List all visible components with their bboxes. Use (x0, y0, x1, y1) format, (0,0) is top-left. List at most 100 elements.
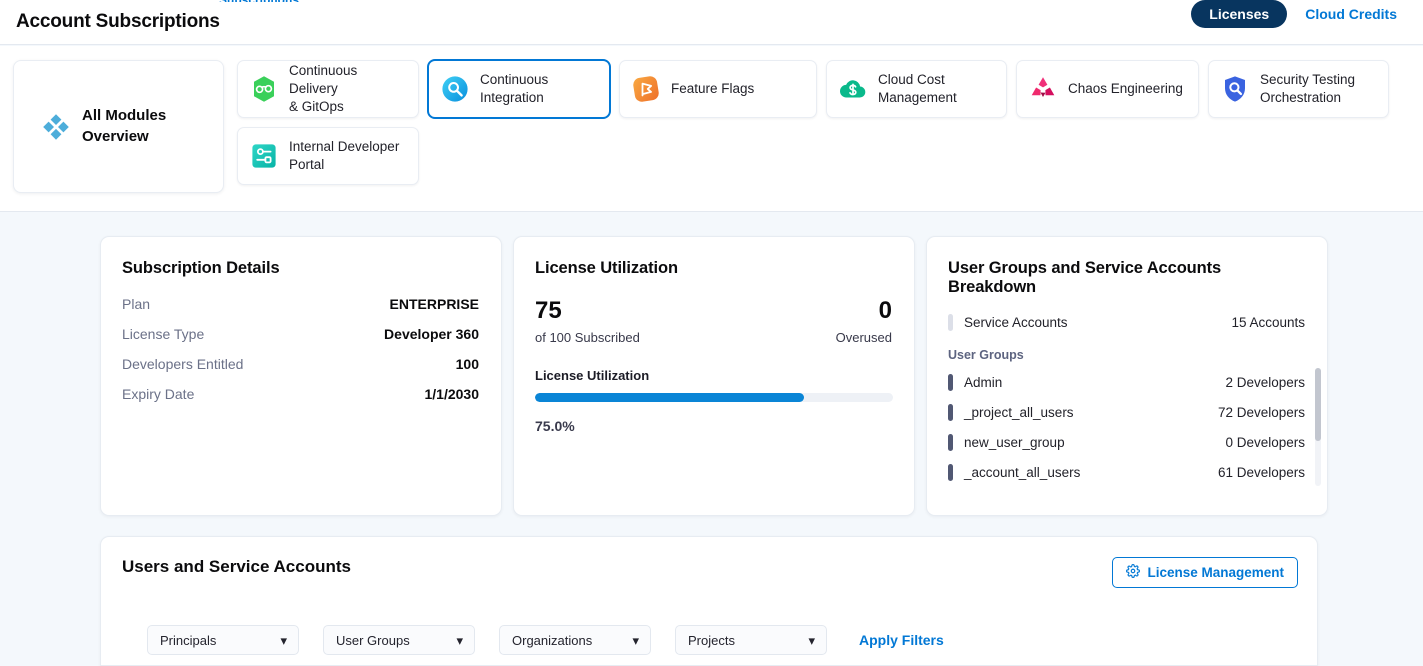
user-group-row: new_user_group 0 Developers (948, 434, 1305, 451)
cloud-dollar-icon (838, 74, 868, 104)
module-card-feature-flags[interactable]: Feature Flags (619, 60, 817, 118)
user-group-count: 0 Developers (1225, 435, 1305, 450)
detail-value: 1/1/2030 (425, 386, 480, 402)
license-used-value: 75 (535, 298, 640, 324)
panel-title: Users and Service Accounts (122, 557, 351, 577)
header-tabs: Licenses Cloud Credits (1191, 0, 1405, 28)
user-group-left: _project_all_users (948, 404, 1074, 421)
card-title: User Groups and Service Accounts Breakdo… (927, 237, 1327, 297)
module-card-security-testing-orchestration[interactable]: Security Testing Orchestration (1208, 60, 1389, 118)
shield-search-icon (1220, 74, 1250, 104)
progress-bar-label: License Utilization (514, 345, 914, 383)
filter-label: Principals (160, 633, 216, 648)
license-overused-caption: Overused (836, 330, 892, 345)
filter-organizations[interactable]: Organizations ▾ (499, 625, 651, 655)
module-card-grid: Continuous Delivery & GitOps (237, 60, 1411, 185)
user-group-name: _project_all_users (964, 405, 1074, 420)
service-accounts-count: 15 Accounts (1231, 315, 1305, 330)
user-group-count: 72 Developers (1218, 405, 1305, 420)
detail-row: Expiry Date 1/1/2030 (122, 386, 479, 402)
license-stats: 75 of 100 Subscribed 0 Overused (514, 278, 914, 345)
license-overused-stat: 0 Overused (836, 298, 892, 345)
filter-label: User Groups (336, 633, 410, 648)
module-card-label: All Modules Overview (82, 106, 187, 147)
module-card-label: Chaos Engineering (1068, 80, 1183, 98)
summary-cards-row: Subscription Details Plan ENTERPRISE Lic… (100, 236, 1328, 516)
detail-value: Developer 360 (384, 326, 479, 342)
detail-value: ENTERPRISE (390, 296, 479, 312)
filter-bar: Principals ▾ User Groups ▾ Organizations… (147, 625, 944, 655)
user-group-name: Admin (964, 375, 1002, 390)
user-group-left: new_user_group (948, 434, 1065, 451)
main-content: Subscription Details Plan ENTERPRISE Lic… (0, 213, 1423, 666)
user-group-left: _account_all_users (948, 464, 1080, 481)
module-card-label: Internal Developer Portal (289, 138, 399, 174)
card-title: License Utilization (514, 237, 914, 278)
module-card-internal-developer-portal[interactable]: Internal Developer Portal (237, 127, 419, 185)
user-groups-section-label: User Groups (948, 348, 1305, 362)
user-group-row: _account_all_users 61 Developers (948, 464, 1305, 481)
user-group-count: 2 Developers (1225, 375, 1305, 390)
module-card-label: Cloud Cost Management (878, 71, 957, 107)
module-card-continuous-integration[interactable]: Continuous Integration (428, 60, 610, 118)
service-accounts-row: Service Accounts 15 Accounts (948, 314, 1305, 331)
license-overused-value: 0 (836, 298, 892, 324)
chevron-down-icon: ▾ (456, 634, 463, 647)
user-groups-scroll-area[interactable]: Admin 2 Developers _project_all_users 72… (948, 374, 1305, 492)
filter-user-groups[interactable]: User Groups ▾ (323, 625, 475, 655)
license-management-label: License Management (1147, 565, 1284, 580)
filter-projects[interactable]: Projects ▾ (675, 625, 827, 655)
detail-value: 100 (456, 356, 479, 372)
breadcrumb[interactable]: Subscriptions (219, 0, 299, 2)
filter-label: Organizations (512, 633, 592, 648)
chevron-down-icon: ▾ (808, 634, 815, 647)
module-card-label: Security Testing Orchestration (1260, 71, 1355, 107)
user-group-chip (948, 404, 953, 421)
module-card-continuous-delivery-gitops[interactable]: Continuous Delivery & GitOps (237, 60, 419, 118)
user-group-chip (948, 464, 953, 481)
module-strip: All Modules Overview Continuous Delivery… (0, 46, 1423, 212)
gear-icon (1126, 564, 1140, 581)
users-service-accounts-panel: Users and Service Accounts License Manag… (100, 536, 1318, 666)
license-used-caption: of 100 Subscribed (535, 330, 640, 345)
module-card-all-modules-overview[interactable]: All Modules Overview (13, 60, 224, 193)
user-groups-scrollbar[interactable] (1315, 368, 1321, 486)
detail-key: Developers Entitled (122, 356, 243, 372)
chevron-down-icon: ▾ (280, 634, 287, 647)
user-group-name: new_user_group (964, 435, 1065, 450)
four-diamonds-icon (41, 112, 71, 142)
service-accounts-left: Service Accounts (948, 314, 1068, 331)
filter-principals[interactable]: Principals ▾ (147, 625, 299, 655)
feature-flag-icon (631, 74, 661, 104)
tab-licenses[interactable]: Licenses (1191, 0, 1287, 28)
user-group-chip (948, 374, 953, 391)
user-group-row: _project_all_users 72 Developers (948, 404, 1305, 421)
license-progress-fill (535, 393, 804, 402)
detail-row: Developers Entitled 100 (122, 356, 479, 372)
detail-key: License Type (122, 326, 204, 342)
detail-row: License Type Developer 360 (122, 326, 479, 342)
card-title: Subscription Details (101, 237, 501, 278)
page-root: Subscriptions Account Subscriptions Lice… (0, 0, 1423, 666)
module-card-cloud-cost-management[interactable]: Cloud Cost Management (826, 60, 1007, 118)
apply-filters-button[interactable]: Apply Filters (859, 632, 944, 648)
license-percent-label: 75.0% (514, 402, 914, 434)
license-progress-bar (535, 393, 893, 402)
subscription-details-list: Plan ENTERPRISE License Type Developer 3… (101, 278, 501, 402)
detail-key: Expiry Date (122, 386, 194, 402)
module-card-label: Feature Flags (671, 80, 754, 98)
license-management-button[interactable]: License Management (1112, 557, 1298, 588)
user-groups-breakdown-card: User Groups and Service Accounts Breakdo… (926, 236, 1328, 516)
module-card-label: Continuous Delivery & GitOps (289, 62, 404, 115)
scrollbar-thumb[interactable] (1315, 368, 1321, 441)
gitops-infinity-icon (249, 74, 279, 104)
module-card-chaos-engineering[interactable]: Chaos Engineering (1016, 60, 1199, 118)
chevron-down-icon: ▾ (632, 634, 639, 647)
service-accounts-label: Service Accounts (964, 315, 1068, 330)
filter-label: Projects (688, 633, 735, 648)
detail-key: Plan (122, 296, 150, 312)
developer-portal-icon (249, 141, 279, 171)
detail-row: Plan ENTERPRISE (122, 296, 479, 312)
tab-cloud-credits[interactable]: Cloud Credits (1297, 0, 1405, 28)
license-used-stat: 75 of 100 Subscribed (535, 298, 640, 345)
